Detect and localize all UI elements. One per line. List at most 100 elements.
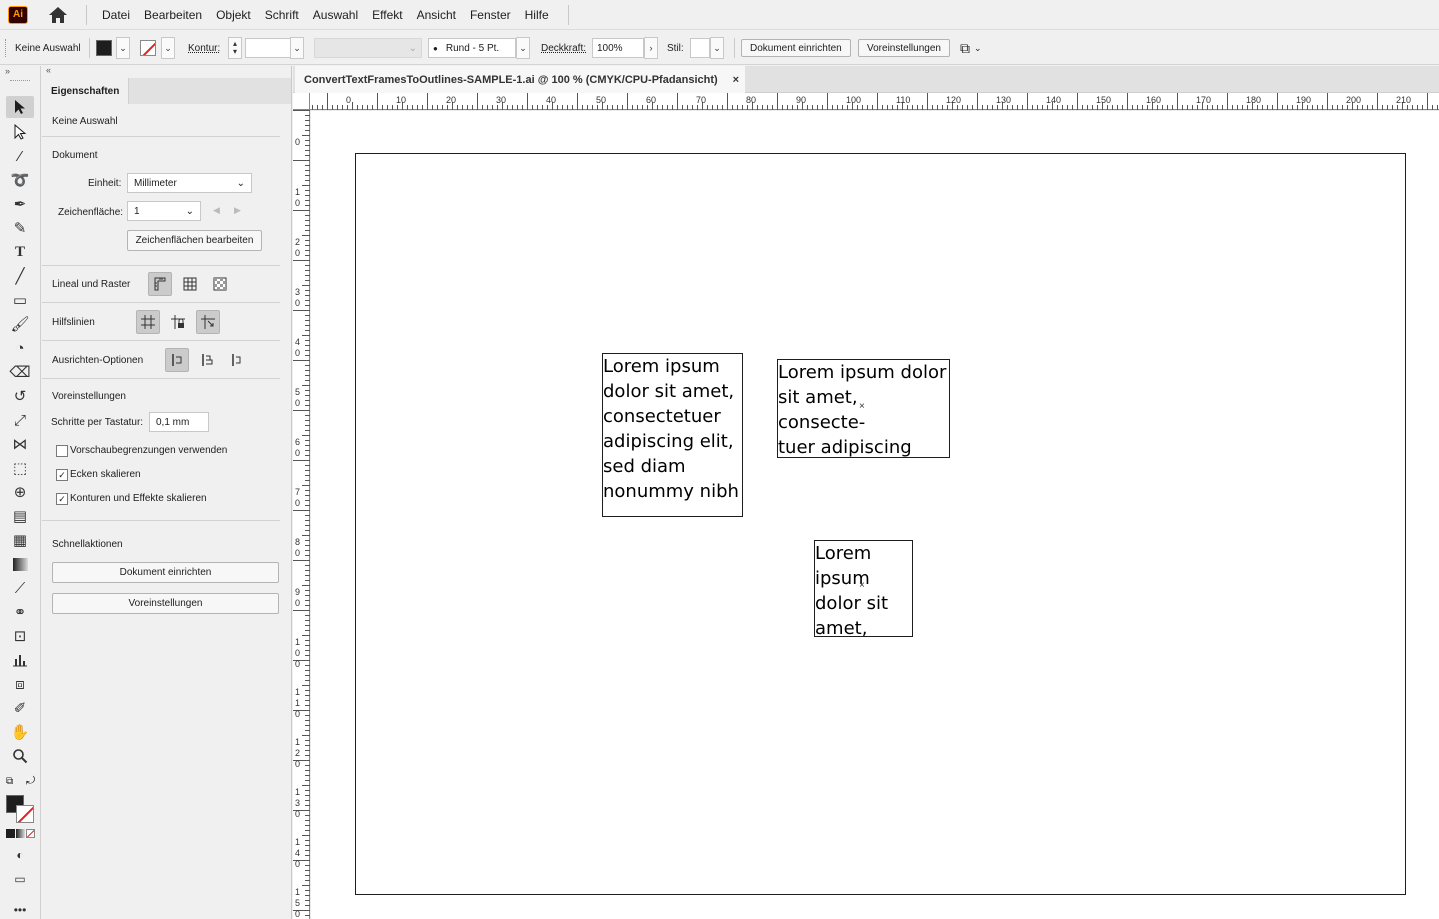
- none-mode-icon[interactable]: [26, 829, 35, 838]
- more-tools-icon[interactable]: •••: [6, 899, 34, 919]
- snap-to-point-icon[interactable]: [165, 348, 189, 372]
- tab-properties[interactable]: Eigenschaften: [42, 78, 130, 104]
- brush-definition[interactable]: ● Rund - 5 Pt.: [428, 38, 516, 58]
- menu-effekt[interactable]: Effekt: [365, 8, 409, 22]
- menu-bearbeiten[interactable]: Bearbeiten: [137, 8, 209, 22]
- menu-ansicht[interactable]: Ansicht: [410, 8, 463, 22]
- perspective-grid-tool-icon[interactable]: ▤: [6, 505, 34, 527]
- unit-select[interactable]: Millimeter ⌄: [127, 173, 252, 193]
- hand-tool-icon[interactable]: ✋: [6, 721, 34, 743]
- style-swatch[interactable]: [690, 38, 710, 58]
- curvature-tool-icon[interactable]: ✎: [6, 217, 34, 239]
- column-graph-tool-icon[interactable]: [6, 649, 34, 671]
- close-icon[interactable]: ×: [733, 74, 739, 86]
- scale-tool-icon[interactable]: ⤢: [6, 409, 34, 431]
- stroke-weight-stepper[interactable]: ▴ ▾: [228, 37, 242, 59]
- pen-tool-icon[interactable]: ✒: [6, 193, 34, 215]
- artboard[interactable]: Lorem ipsum dolor sit amet, consectetuer…: [355, 153, 1406, 895]
- style-dropdown[interactable]: ⌄: [710, 37, 724, 59]
- fill-swatch[interactable]: [96, 40, 112, 56]
- opacity-arrow[interactable]: ›: [644, 37, 658, 59]
- artboard-select[interactable]: 1 ⌄: [127, 201, 201, 221]
- stroke-label[interactable]: Kontur:: [188, 43, 220, 54]
- chevron-down-icon[interactable]: ⌄: [974, 43, 982, 54]
- mesh-tool-icon[interactable]: ▦: [6, 529, 34, 551]
- ruler-icon[interactable]: [148, 272, 172, 296]
- slice-tool-icon[interactable]: ✐: [6, 697, 34, 719]
- stroke-weight-dropdown[interactable]: ⌄: [290, 37, 304, 59]
- default-colors-icon[interactable]: ⧉: [6, 776, 13, 787]
- text-frame-1[interactable]: Lorem ipsum dolor sit amet, consectetuer…: [602, 353, 743, 517]
- stroke-color-icon[interactable]: [16, 805, 34, 823]
- quick-preferences-button[interactable]: Voreinstellungen: [52, 593, 279, 614]
- document-tab[interactable]: ConvertTextFramesToOutlines-SAMPLE-1.ai …: [295, 66, 745, 93]
- lock-guides-icon[interactable]: [166, 310, 190, 334]
- selection-tool-icon[interactable]: [6, 96, 34, 118]
- horizontal-ruler[interactable]: 1001020304050607080901001101201301401501…: [277, 93, 1439, 110]
- magic-wand-tool-icon[interactable]: ⁄: [6, 145, 34, 167]
- zoom-tool-icon[interactable]: [6, 745, 34, 767]
- keyboard-increment-field[interactable]: 0,1 mm: [149, 412, 209, 432]
- ruler-origin[interactable]: [293, 93, 310, 110]
- expand-toolbar-icon[interactable]: »: [5, 66, 10, 76]
- snap-to-pixel-icon[interactable]: [195, 348, 219, 372]
- free-transform-tool-icon[interactable]: ⬚: [6, 457, 34, 479]
- edit-artboards-button[interactable]: Zeichenflächen bearbeiten: [127, 230, 262, 251]
- stroke-weight-field[interactable]: [245, 38, 291, 58]
- preview-bounds-checkbox[interactable]: [56, 445, 68, 457]
- scale-corners-checkbox[interactable]: ✓: [56, 469, 68, 481]
- screen-mode-icon[interactable]: ▭: [6, 868, 34, 890]
- grid-icon[interactable]: [178, 272, 202, 296]
- show-guides-icon[interactable]: [136, 310, 160, 334]
- brush-dropdown[interactable]: ⌄: [516, 37, 530, 59]
- snap-to-glyph-icon[interactable]: [225, 348, 249, 372]
- menu-datei[interactable]: Datei: [95, 8, 137, 22]
- direct-selection-tool-icon[interactable]: [6, 121, 34, 143]
- control-bar-grip[interactable]: [5, 39, 7, 57]
- menu-auswahl[interactable]: Auswahl: [306, 8, 365, 22]
- paintbrush-tool-icon[interactable]: 🖌: [6, 313, 34, 335]
- ruler-label: 0: [295, 809, 300, 819]
- drawing-modes-icon[interactable]: ◐: [6, 844, 34, 866]
- ruler-label: 50: [596, 95, 606, 105]
- document-setup-button[interactable]: Dokument einrichten: [741, 39, 851, 57]
- opacity-field[interactable]: 100%: [592, 38, 644, 58]
- preferences-button[interactable]: Voreinstellungen: [858, 39, 950, 57]
- blend-tool-icon[interactable]: ⚭: [6, 601, 34, 623]
- menu-schrift[interactable]: Schrift: [258, 8, 306, 22]
- eraser-tool-icon[interactable]: ⌫: [6, 361, 34, 383]
- arrange-documents-icon[interactable]: ⧉: [960, 40, 970, 57]
- stroke-swatch[interactable]: [140, 40, 156, 56]
- quick-document-setup-button[interactable]: Dokument einrichten: [52, 562, 279, 583]
- symbol-sprayer-tool-icon[interactable]: ⊡: [6, 625, 34, 647]
- eyedropper-tool-icon[interactable]: ⟋: [6, 577, 34, 599]
- width-tool-icon[interactable]: ⋈: [6, 433, 34, 455]
- vertical-ruler[interactable]: 0102030405060708090100110120130140150: [293, 110, 310, 919]
- rectangle-tool-icon[interactable]: ▭: [6, 289, 34, 311]
- home-button[interactable]: [46, 3, 70, 27]
- collapse-panel-icon[interactable]: «: [46, 65, 51, 75]
- gradient-mode-icon[interactable]: [16, 829, 25, 838]
- transparency-grid-icon[interactable]: [208, 272, 232, 296]
- type-tool-icon[interactable]: T: [6, 241, 34, 263]
- opacity-label[interactable]: Deckkraft:: [541, 43, 586, 54]
- stroke-dropdown[interactable]: ⌄: [161, 37, 175, 59]
- toolbar-grip[interactable]: [10, 80, 30, 81]
- scale-strokes-checkbox[interactable]: ✓: [56, 493, 68, 505]
- lasso-tool-icon[interactable]: ➰: [6, 169, 34, 191]
- color-mode-icon[interactable]: [6, 829, 15, 838]
- artboard-tool-icon[interactable]: ⧈: [6, 673, 34, 695]
- swap-colors-icon[interactable]: ⤾: [26, 775, 35, 788]
- fill-dropdown[interactable]: ⌄: [116, 37, 130, 59]
- shape-builder-tool-icon[interactable]: ⊕: [6, 481, 34, 503]
- smart-guides-icon[interactable]: [196, 310, 220, 334]
- menu-fenster[interactable]: Fenster: [463, 8, 518, 22]
- canvas[interactable]: Lorem ipsum dolor sit amet, consectetuer…: [311, 111, 1439, 919]
- rotate-tool-icon[interactable]: ↺: [6, 385, 34, 407]
- menu-objekt[interactable]: Objekt: [209, 8, 258, 22]
- menu-hilfe[interactable]: Hilfe: [518, 8, 556, 22]
- shaper-tool-icon[interactable]: ◔: [6, 337, 34, 359]
- gradient-tool-icon[interactable]: [6, 553, 34, 575]
- ruler-label: 1: [295, 837, 300, 847]
- line-tool-icon[interactable]: ╱: [6, 265, 34, 287]
